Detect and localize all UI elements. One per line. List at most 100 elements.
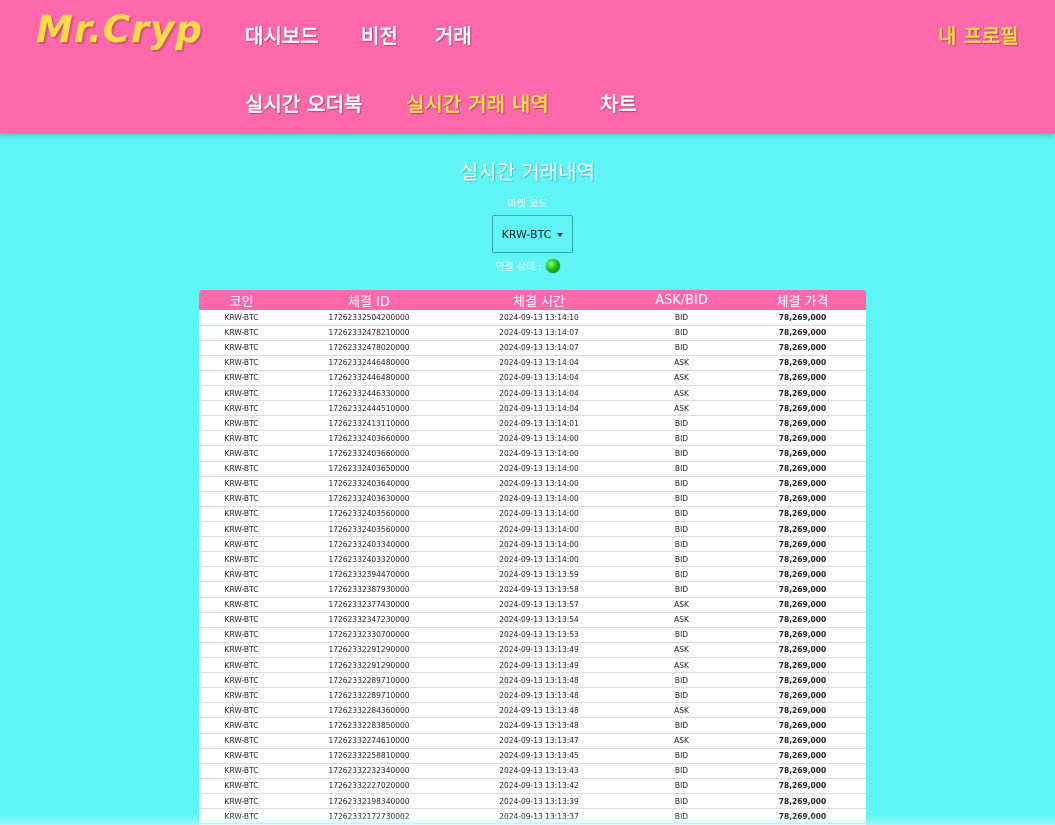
cell-trade-time: 2024-09-13 13:13:54: [454, 612, 624, 628]
cell-trade-id: 17262332403640000: [284, 476, 454, 492]
cell-trade-id: 17262332403660000: [284, 445, 454, 462]
cell-trade-price: 78,269,000: [739, 672, 866, 689]
cell-trade-price: 78,269,000: [739, 551, 866, 568]
cell-trade-price: 78,269,000: [739, 340, 866, 356]
cell-trade-time: 2024-09-13 13:14:00: [454, 445, 624, 462]
connection-status: 연결 상태 :: [0, 258, 1055, 273]
cell-ask-bid: ASK: [624, 370, 739, 387]
cell-trade-price: 78,269,000: [739, 581, 866, 598]
cell-trade-time: 2024-09-13 13:14:00: [454, 430, 624, 447]
market-code-label: 마켓 코드: [507, 199, 548, 210]
cell-ask-bid: BID: [624, 748, 739, 764]
subnav-realtime-trade-history[interactable]: 실시간 거래 내역: [406, 88, 549, 117]
cell-ask-bid: BID: [624, 717, 739, 734]
table-row: KRW-BTC 17262332403650000 2024-09-13 13:14…: [199, 461, 866, 477]
cell-trade-id: 17262332403660000: [284, 430, 454, 447]
cell-ask-bid: BID: [624, 778, 739, 795]
page-title: 실시간 거래내역: [459, 160, 596, 184]
table-row: KRW-BTC 17262332403320000 2024-09-13 13:14…: [199, 551, 866, 568]
table-header-row: 코인 체결 ID 체결 시간 ASK/BID 체결 가격: [199, 290, 866, 310]
table-row: KRW-BTC 17262332284360000 2024-09-13 13:13…: [199, 702, 866, 719]
cell-ask-bid: ASK: [624, 702, 739, 719]
cell-ask-bid: ASK: [624, 400, 739, 417]
cell-coin: KRW-BTC: [199, 627, 284, 643]
cell-trade-id: 17262332291290000: [284, 657, 454, 674]
table-row: KRW-BTC 17262332478020000 2024-09-13 13:14…: [199, 340, 866, 356]
nav-dashboard[interactable]: 대시보드: [245, 20, 319, 49]
cell-trade-time: 2024-09-13 13:14:10: [454, 310, 624, 326]
cell-trade-id: 17262332403560000: [284, 521, 454, 538]
cell-trade-time: 2024-09-13 13:14:04: [454, 355, 624, 371]
table-body: KRW-BTC 17262332504200000 2024-09-13 13:14…: [199, 310, 866, 825]
cell-trade-price: 78,269,000: [739, 536, 866, 553]
cell-trade-time: 2024-09-13 13:14:00: [454, 551, 624, 568]
table-row: KRW-BTC 17262332289710000 2024-09-13 13:13…: [199, 672, 866, 689]
caret-down-icon: [557, 232, 564, 237]
cell-trade-time: 2024-09-13 13:13:58: [454, 581, 624, 598]
cell-ask-bid: BID: [624, 536, 739, 553]
cell-trade-price: 78,269,000: [739, 370, 866, 387]
cell-trade-time: 2024-09-13 13:14:00: [454, 536, 624, 553]
table-row: KRW-BTC 17262332403660000 2024-09-13 13:14…: [199, 430, 866, 447]
cell-coin: KRW-BTC: [199, 566, 284, 583]
bottom-fade: [0, 815, 1055, 825]
cell-coin: KRW-BTC: [199, 506, 284, 523]
cell-trade-price: 78,269,000: [739, 521, 866, 538]
subnav-chart[interactable]: 차트: [600, 88, 637, 117]
cell-trade-time: 2024-09-13 13:13:39: [454, 793, 624, 810]
cell-trade-id: 17262332387930000: [284, 581, 454, 598]
cell-trade-id: 17262332446480000: [284, 370, 454, 387]
logo[interactable]: Mr.Cryp: [36, 8, 203, 51]
cell-coin: KRW-BTC: [199, 325, 284, 341]
cell-trade-time: 2024-09-13 13:13:47: [454, 733, 624, 749]
cell-trade-price: 78,269,000: [739, 506, 866, 523]
cell-coin: KRW-BTC: [199, 551, 284, 568]
column-header-ask-bid: ASK/BID: [655, 292, 708, 308]
cell-trade-id: 17262332258810000: [284, 748, 454, 764]
cell-trade-id: 17262332403340000: [284, 536, 454, 553]
nav-my-profile[interactable]: 내 프로필: [938, 20, 1019, 49]
table-row: KRW-BTC 17262332403630000 2024-09-13 13:14…: [199, 491, 866, 507]
cell-coin: KRW-BTC: [199, 612, 284, 628]
cell-ask-bid: BID: [624, 430, 739, 447]
cell-trade-time: 2024-09-13 13:13:57: [454, 597, 624, 613]
cell-trade-price: 78,269,000: [739, 763, 866, 779]
cell-trade-time: 2024-09-13 13:13:42: [454, 778, 624, 795]
nav-trade[interactable]: 거래: [435, 20, 472, 49]
cell-trade-price: 78,269,000: [739, 597, 866, 613]
table-row: KRW-BTC 17262332377430000 2024-09-13 13:13…: [199, 597, 866, 613]
cell-trade-price: 78,269,000: [739, 476, 866, 492]
cell-trade-price: 78,269,000: [739, 385, 866, 402]
cell-ask-bid: BID: [624, 687, 739, 704]
table-row: KRW-BTC 17262332478210000 2024-09-13 13:14…: [199, 325, 866, 341]
cell-coin: KRW-BTC: [199, 415, 284, 432]
cell-trade-id: 17262332347230000: [284, 612, 454, 628]
cell-trade-id: 17262332232340000: [284, 763, 454, 779]
cell-trade-price: 78,269,000: [739, 793, 866, 810]
table-row: KRW-BTC 17262332403560000 2024-09-13 13:14…: [199, 521, 866, 538]
table-row: KRW-BTC 17262332347230000 2024-09-13 13:13…: [199, 612, 866, 628]
cell-trade-time: 2024-09-13 13:14:00: [454, 506, 624, 523]
cell-trade-price: 78,269,000: [739, 445, 866, 462]
cell-trade-id: 17262332274610000: [284, 733, 454, 749]
table-row: KRW-BTC 17262332258810000 2024-09-13 13:13…: [199, 748, 866, 764]
cell-coin: KRW-BTC: [199, 355, 284, 371]
subnav-realtime-orderbook[interactable]: 실시간 오더북: [245, 88, 362, 117]
cell-trade-price: 78,269,000: [739, 355, 866, 371]
cell-trade-time: 2024-09-13 13:14:07: [454, 325, 624, 341]
cell-coin: KRW-BTC: [199, 521, 284, 538]
cell-ask-bid: ASK: [624, 597, 739, 613]
cell-trade-price: 78,269,000: [739, 642, 866, 659]
nav-vision[interactable]: 비전: [361, 20, 398, 49]
table-row: KRW-BTC 17262332403640000 2024-09-13 13:14…: [199, 476, 866, 492]
cell-trade-time: 2024-09-13 13:13:48: [454, 702, 624, 719]
table-row: KRW-BTC 17262332274610000 2024-09-13 13:13…: [199, 733, 866, 749]
table-row: KRW-BTC 17262332387930000 2024-09-13 13:13…: [199, 581, 866, 598]
cell-trade-price: 78,269,000: [739, 687, 866, 704]
trade-history-table: 코인 체결 ID 체결 시간 ASK/BID 체결 가격 KRW-BTC 1726…: [199, 290, 866, 825]
cell-trade-price: 78,269,000: [739, 491, 866, 507]
status-indicator-icon: [545, 258, 560, 273]
market-code-select[interactable]: KRW-BTC: [492, 215, 573, 253]
cell-coin: KRW-BTC: [199, 385, 284, 402]
cell-coin: KRW-BTC: [199, 672, 284, 689]
